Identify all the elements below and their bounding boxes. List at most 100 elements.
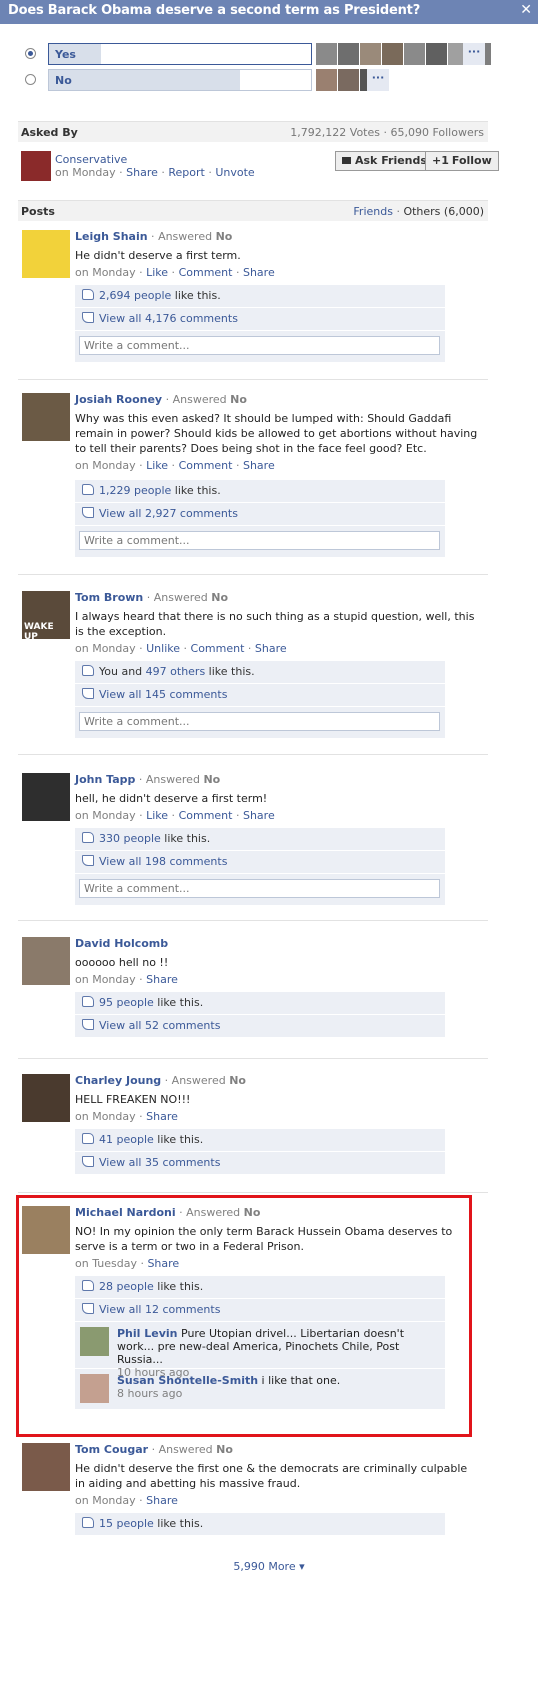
author-name[interactable]: Tom Cougar (75, 1443, 148, 1456)
share-link[interactable]: Share (146, 1110, 178, 1123)
option-no-bar[interactable]: No (48, 69, 312, 91)
view-comments-link[interactable]: View all 4,176 comments (99, 312, 238, 325)
ask-friends-button[interactable]: Ask Friends (335, 151, 434, 171)
likes-text: like this. (153, 996, 204, 1009)
likes-bar: 2,694 people like this. (75, 285, 445, 308)
author-name[interactable]: Josiah Rooney (75, 393, 162, 406)
report-link[interactable]: Report (168, 166, 204, 179)
post-text: oooooo hell no !! (75, 956, 169, 969)
no-more-button[interactable]: ··· (367, 69, 389, 91)
comment-link[interactable]: Comment (179, 459, 233, 472)
author-name[interactable]: Charley Joung (75, 1074, 161, 1087)
comments-bar[interactable]: View all 35 comments (75, 1152, 445, 1175)
post-time: on Monday (75, 809, 136, 822)
like-link[interactable]: Like (146, 809, 168, 822)
likes-bar: 15 people like this. (75, 1513, 445, 1536)
share-link[interactable]: Share (146, 973, 178, 986)
friends-filter-link[interactable]: Friends (353, 205, 393, 218)
post-text: HELL FREAKEN NO!!! (75, 1093, 191, 1106)
plus-one-icon: +1 (432, 154, 449, 167)
likes-link[interactable]: 95 people (99, 996, 154, 1009)
author-name[interactable]: David Holcomb (75, 937, 168, 950)
avatar[interactable] (22, 230, 70, 278)
comment-input[interactable]: Write a comment... (79, 712, 440, 731)
answer-value: No (229, 1074, 246, 1087)
comment-link[interactable]: Comment (179, 809, 233, 822)
share-link[interactable]: Share (243, 459, 275, 472)
thumbs-up-icon (82, 832, 94, 843)
likes-link[interactable]: 497 others (146, 665, 206, 678)
comment-input[interactable]: Write a comment... (79, 879, 440, 898)
comments-bar[interactable]: View all 4,176 comments (75, 308, 445, 331)
avatar[interactable] (22, 937, 70, 985)
radio-yes[interactable] (25, 48, 36, 59)
post-time: on Monday (75, 1494, 136, 1507)
option-yes[interactable]: Yes ··· (22, 43, 500, 65)
avatar[interactable] (22, 393, 70, 441)
comments-bar[interactable]: View all 198 comments (75, 851, 445, 874)
others-filter[interactable]: Others (6,000) (403, 205, 484, 218)
comments-bar[interactable]: View all 52 comments (75, 1015, 445, 1038)
share-link[interactable]: Share (243, 809, 275, 822)
thumbs-up-icon (82, 289, 94, 300)
asker-avatar[interactable] (21, 151, 51, 181)
divider (18, 574, 488, 575)
comment-link[interactable]: Comment (191, 642, 245, 655)
author-name[interactable]: John Tapp (75, 773, 135, 786)
avatar[interactable] (22, 773, 70, 821)
likes-link[interactable]: 2,694 people (99, 289, 171, 302)
comment-icon (82, 855, 94, 866)
view-comments-link[interactable]: View all 145 comments (99, 688, 227, 701)
comment-link[interactable]: Comment (179, 266, 233, 279)
likes-link[interactable]: 41 people (99, 1133, 154, 1146)
option-no[interactable]: No ··· (22, 69, 500, 91)
divider (18, 754, 488, 755)
comment-input[interactable]: Write a comment... (79, 336, 440, 355)
thumbs-up-icon (82, 484, 94, 495)
thumbs-up-icon (82, 1517, 94, 1528)
likes-bar: 1,229 people like this. (75, 480, 445, 503)
more-posts-link[interactable]: 5,990 More ▾ (0, 1560, 538, 1573)
answer-value: No (203, 773, 221, 786)
comment-icon (82, 1019, 94, 1030)
answered-label: Answered (172, 393, 227, 406)
unvote-link[interactable]: Unvote (215, 166, 254, 179)
asked-by-header: Asked By 1,792,122 Votes · 65,090 Follow… (18, 121, 488, 142)
follow-button[interactable]: +1 Follow (425, 151, 499, 171)
vote-stats: 1,792,122 Votes · 65,090 Followers (290, 126, 484, 139)
view-comments-link[interactable]: View all 35 comments (99, 1156, 220, 1169)
close-icon[interactable]: ✕ (520, 2, 532, 18)
share-link[interactable]: Share (255, 642, 287, 655)
author-name[interactable]: Leigh Shain (75, 230, 148, 243)
view-comments-link[interactable]: View all 198 comments (99, 855, 227, 868)
ask-friends-label: Ask Friends (355, 154, 427, 167)
asker-name-link[interactable]: Conservative (55, 153, 127, 166)
more-posts-label: 5,990 More (233, 1560, 296, 1573)
avatar[interactable] (22, 1074, 70, 1122)
like-link[interactable]: Like (146, 459, 168, 472)
unlike-link[interactable]: Unlike (146, 642, 180, 655)
radio-no[interactable] (25, 74, 36, 85)
likes-link[interactable]: 1,229 people (99, 484, 171, 497)
share-link[interactable]: Share (243, 266, 275, 279)
answered-label: Answered (158, 230, 213, 243)
likes-link[interactable]: 15 people (99, 1517, 154, 1530)
comment-input[interactable]: Write a comment... (79, 531, 440, 550)
avatar-text: WAKE UP (24, 622, 54, 642)
comments-bar[interactable]: View all 145 comments (75, 684, 445, 707)
yes-more-button[interactable]: ··· (463, 43, 485, 65)
share-link[interactable]: Share (126, 166, 158, 179)
comments-bar[interactable]: View all 2,927 comments (75, 503, 445, 526)
share-link[interactable]: Share (146, 1494, 178, 1507)
option-yes-bar[interactable]: Yes (48, 43, 312, 65)
view-comments-link[interactable]: View all 2,927 comments (99, 507, 238, 520)
divider (18, 379, 488, 380)
view-comments-link[interactable]: View all 52 comments (99, 1019, 220, 1032)
avatar[interactable] (22, 1443, 70, 1491)
like-link[interactable]: Like (146, 266, 168, 279)
avatar[interactable]: WAKE UP (22, 591, 70, 642)
author-name[interactable]: Tom Brown (75, 591, 143, 604)
asked-when: on Monday (55, 166, 116, 179)
likes-link[interactable]: 330 people (99, 832, 161, 845)
question-titlebar: Does Barack Obama deserve a second term … (0, 0, 538, 24)
